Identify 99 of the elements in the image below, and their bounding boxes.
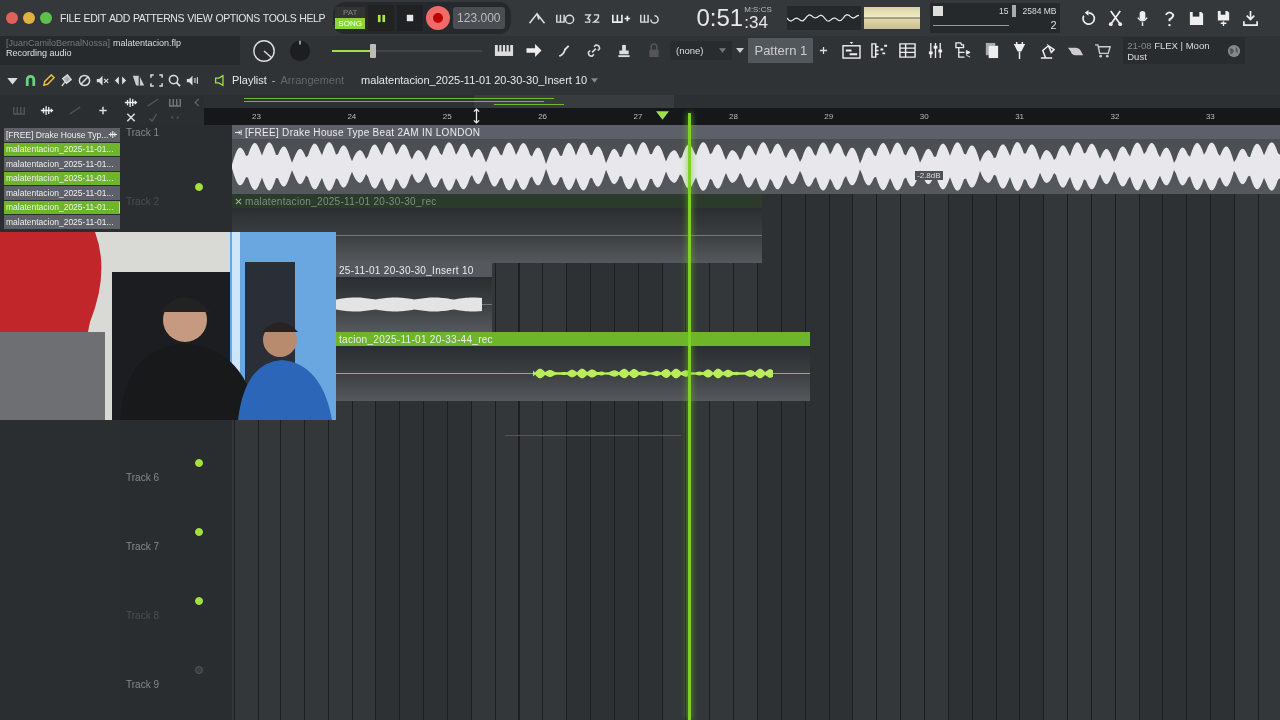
clip-header: tacion_2025-11-01 20-33-44_rec [336, 332, 810, 346]
clip-list-item[interactable]: malatentacion_2025-11-01... [4, 157, 120, 171]
polyphony-count: 15 [999, 5, 1009, 16]
piano-roll-icon[interactable] [870, 42, 890, 59]
menu-item[interactable]: FILE [60, 12, 81, 24]
waveform-icon [108, 130, 118, 140]
bar-number: 33 [1205, 112, 1215, 121]
title-separator: - [271, 74, 276, 86]
bar-number: 31 [1015, 112, 1025, 121]
track-name[interactable]: Track 7 [126, 541, 159, 552]
add-pattern-icon[interactable] [819, 46, 829, 55]
peak-meter [863, 7, 920, 29]
track-name[interactable]: Track 9 [126, 679, 159, 690]
track-enable-led[interactable] [195, 666, 203, 674]
status-text: Recording audio [6, 48, 73, 58]
delete-icon[interactable] [78, 73, 91, 87]
minimize-button[interactable] [23, 12, 35, 24]
zoom-icon[interactable] [168, 73, 181, 87]
mute-x-icon[interactable] [235, 197, 242, 205]
bar-number: 27 [633, 112, 643, 121]
menu-item[interactable]: OPTIONS [215, 12, 260, 24]
news-headline[interactable]: 21-08 FLEX | Moon Dust [1127, 39, 1216, 62]
clip-source-selector[interactable]: malatentacion_2025-11-01 20-30-30_Insert 10 [361, 74, 599, 86]
dropdown-icon[interactable] [736, 48, 745, 53]
clip-list-item[interactable]: malatentacion_2025-11-01... [4, 215, 120, 229]
record-button[interactable] [426, 6, 451, 30]
resize-cursor-icon [473, 108, 480, 124]
cpu-load-indicator [932, 5, 943, 16]
stop-icon [406, 14, 415, 22]
pattern-selector[interactable]: Pattern 1 [748, 38, 814, 63]
menu-item[interactable]: VIEW [187, 12, 213, 24]
pencil-icon[interactable] [42, 73, 55, 87]
menu-item[interactable]: EDIT [83, 12, 106, 24]
voice-count: 2 [1050, 19, 1057, 31]
piano-icon[interactable] [494, 43, 514, 58]
timeline-ruler[interactable]: 23 24 25 26 27 28 29 30 31 32 33 [204, 108, 1280, 125]
bar-number: 28 [728, 112, 738, 121]
playhead-marker[interactable] [656, 111, 669, 120]
desk-lamp-icon[interactable] [1038, 42, 1058, 59]
channel-rack-icon[interactable] [898, 42, 918, 59]
save-icon[interactable] [1187, 9, 1205, 27]
gain-label: -2.8dB [915, 171, 943, 180]
track-name[interactable]: Track 6 [126, 472, 159, 483]
bar-number: 32 [1110, 112, 1120, 121]
check-icon[interactable] [146, 112, 160, 123]
waveform-icon[interactable] [40, 104, 54, 116]
track-name[interactable]: Track 1 [126, 127, 159, 138]
bar-number: 29 [824, 112, 834, 121]
master-slider-thumb[interactable] [369, 43, 376, 58]
playlist-title: Playlist [232, 74, 267, 86]
playlist-icon [214, 73, 227, 87]
pause-icon [376, 13, 386, 23]
clip-list-item[interactable]: [FREE] Drake House Typ... [4, 128, 120, 142]
clip-header: malatentacion_2025-11-01 20-30-30_rec [232, 194, 762, 208]
mute-icon[interactable] [96, 73, 109, 87]
magnet-icon[interactable] [24, 73, 37, 87]
clip-header: [FREE] Drake House Type Beat 2AM IN LONDON [232, 125, 1280, 139]
bar-number: 26 [538, 112, 548, 121]
add-icon[interactable] [96, 104, 110, 116]
shopping-cart-icon[interactable] [1094, 42, 1114, 59]
project-file-name: malatentacion.flp [113, 38, 182, 48]
news-panel[interactable]: 21-08 FLEX | Moon Dust [1123, 37, 1246, 64]
clip-list-item[interactable]: malatentacion_2025-11-01... [4, 186, 120, 200]
channel-filter-dropdown[interactable]: (none) [670, 41, 733, 60]
scissors-icon[interactable] [1106, 9, 1124, 27]
play-pause-button[interactable] [368, 5, 395, 31]
speaker-icon[interactable] [186, 73, 199, 87]
memory-usage: 2584 MB [1021, 5, 1057, 16]
clip-header: 25-11-01 20-30-30_Insert 10 [336, 263, 492, 277]
select-icon[interactable] [150, 73, 163, 87]
stop-button[interactable] [397, 5, 424, 31]
maximize-button[interactable] [40, 12, 52, 24]
arrow-right-icon[interactable] [524, 43, 544, 58]
menu-item[interactable]: ADD [108, 12, 130, 24]
waveform-icon[interactable] [124, 97, 138, 108]
bar-number: 25 [442, 112, 452, 121]
bar-number: 23 [252, 112, 261, 121]
user-name: [JuanCamiloBernalNossa] [6, 38, 111, 48]
download-icon[interactable] [1241, 9, 1259, 27]
caret-icon [719, 48, 727, 53]
brush-icon[interactable] [60, 73, 73, 87]
memory-bar [1011, 4, 1016, 17]
metronome-icon[interactable] [526, 10, 547, 26]
browser-icon[interactable] [954, 42, 974, 59]
master-pitch-knob[interactable] [252, 38, 276, 63]
menu-item[interactable]: PATTERNS [132, 12, 185, 24]
tempo-field[interactable]: 123.000 [453, 7, 505, 29]
caret-icon [591, 77, 599, 83]
slice-icon[interactable] [132, 73, 145, 87]
close-icon[interactable] [124, 112, 138, 123]
globe-icon[interactable] [1227, 43, 1242, 58]
playlist-window-icon[interactable] [842, 42, 862, 59]
close-button[interactable] [6, 12, 18, 24]
bar-number: 24 [347, 112, 357, 121]
undo-icon[interactable] [1079, 9, 1097, 27]
menu-item[interactable]: HELP [299, 12, 326, 24]
menu-item[interactable]: TOOLS [262, 12, 297, 24]
arrow-right-icon[interactable] [235, 128, 242, 136]
bar-number: 30 [919, 112, 929, 121]
